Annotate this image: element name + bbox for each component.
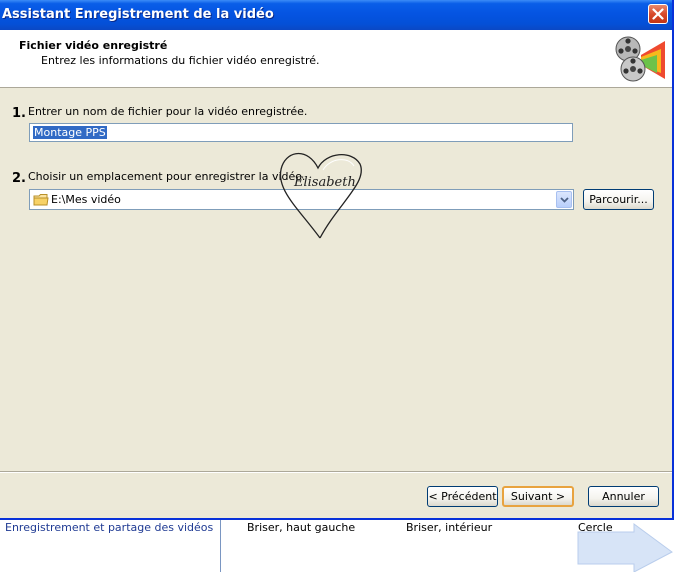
step-2-number: 2.	[12, 171, 26, 186]
next-button[interactable]: Suivant >	[502, 486, 574, 507]
background-task-link[interactable]: Enregistrement et partage des vidéos	[5, 521, 213, 534]
chevron-down-icon	[560, 197, 569, 203]
filename-value: Montage PPS	[33, 126, 107, 139]
filename-input[interactable]: Montage PPS	[29, 123, 573, 142]
save-movie-wizard-dialog: Assistant Enregistrement de la vidéo Fic…	[0, 0, 674, 520]
dropdown-button[interactable]	[556, 191, 572, 208]
background-transition-item[interactable]: Briser, haut gauche	[247, 521, 355, 534]
window-title: Assistant Enregistrement de la vidéo	[2, 7, 274, 22]
watermark-signature: Elisabeth	[293, 175, 356, 190]
background-transition-item[interactable]: Briser, intérieur	[406, 521, 492, 534]
step-2-label: Choisir un emplacement pour enregistrer …	[28, 170, 306, 183]
footer-separator	[0, 471, 672, 473]
cancel-button[interactable]: Annuler	[588, 486, 659, 507]
close-button[interactable]	[648, 4, 668, 24]
folder-icon	[33, 194, 49, 206]
location-value: E:\Mes vidéo	[51, 193, 121, 206]
film-reel-icon	[615, 36, 665, 82]
step-1-number: 1.	[12, 106, 26, 121]
background-divider	[220, 519, 221, 572]
heart-watermark: Elisabeth	[279, 152, 362, 239]
wizard-header: Fichier vidéo enregistré Entrez les info…	[0, 30, 672, 88]
step-1-label: Entrer un nom de fichier pour la vidéo e…	[28, 105, 308, 118]
back-button[interactable]: < Précédent	[427, 486, 498, 507]
transition-arrow-icon	[577, 523, 673, 572]
header-title: Fichier vidéo enregistré	[19, 39, 168, 52]
title-bar[interactable]: Assistant Enregistrement de la vidéo	[0, 0, 672, 30]
close-icon	[652, 8, 664, 20]
browse-button[interactable]: Parcourir...	[583, 189, 654, 210]
header-subtitle: Entrez les informations du fichier vidéo…	[41, 54, 320, 67]
